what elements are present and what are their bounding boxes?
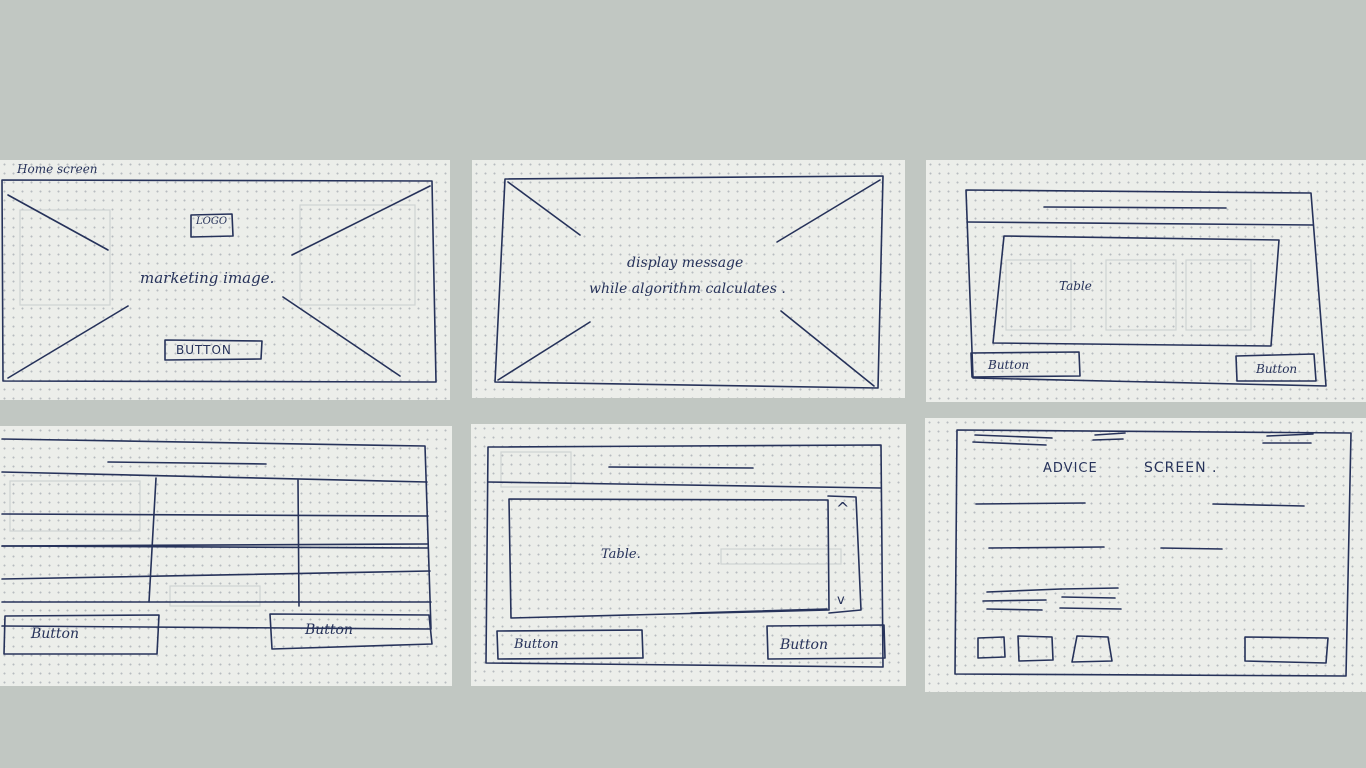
sketch-scroll-table-screen: Table. ^ v Button Button: [471, 424, 906, 686]
advice-screen-title-word1: ADVICE: [1043, 461, 1098, 476]
table-label: Table: [1059, 279, 1092, 293]
scroll-up-arrow-icon[interactable]: ^: [836, 501, 850, 517]
sketch-home-screen: Home screen LOGO marketing image. BUTTON: [0, 160, 450, 400]
marketing-image-label: marketing image.: [140, 269, 275, 287]
loading-message-line1: display message: [627, 255, 744, 271]
sketch-table-screen: Table Button Button: [926, 160, 1366, 402]
sketch-loading-screen: display message while algorithm calculat…: [472, 160, 905, 398]
home-screen-title: Home screen: [17, 162, 98, 176]
grid-screen-right-button[interactable]: Button: [305, 623, 353, 637]
sketch-advice-screen: ADVICE SCREEN .: [925, 418, 1366, 692]
table-screen-right-button[interactable]: Button: [1256, 363, 1297, 375]
scroll-screen-right-button[interactable]: Button: [780, 638, 828, 652]
scroll-table-label: Table.: [601, 547, 641, 562]
table-screen-left-button[interactable]: Button: [988, 359, 1029, 371]
logo-placeholder: LOGO: [196, 216, 228, 227]
sketch-grid-screen: Button Button: [0, 426, 452, 686]
grid-screen-left-button[interactable]: Button: [31, 627, 79, 641]
scroll-screen-left-button[interactable]: Button: [514, 638, 559, 651]
home-button[interactable]: BUTTON: [176, 344, 232, 356]
scroll-down-arrow-icon[interactable]: v: [837, 594, 846, 607]
loading-message-line2: while algorithm calculates .: [589, 281, 786, 297]
advice-screen-title-word2: SCREEN .: [1144, 460, 1218, 476]
